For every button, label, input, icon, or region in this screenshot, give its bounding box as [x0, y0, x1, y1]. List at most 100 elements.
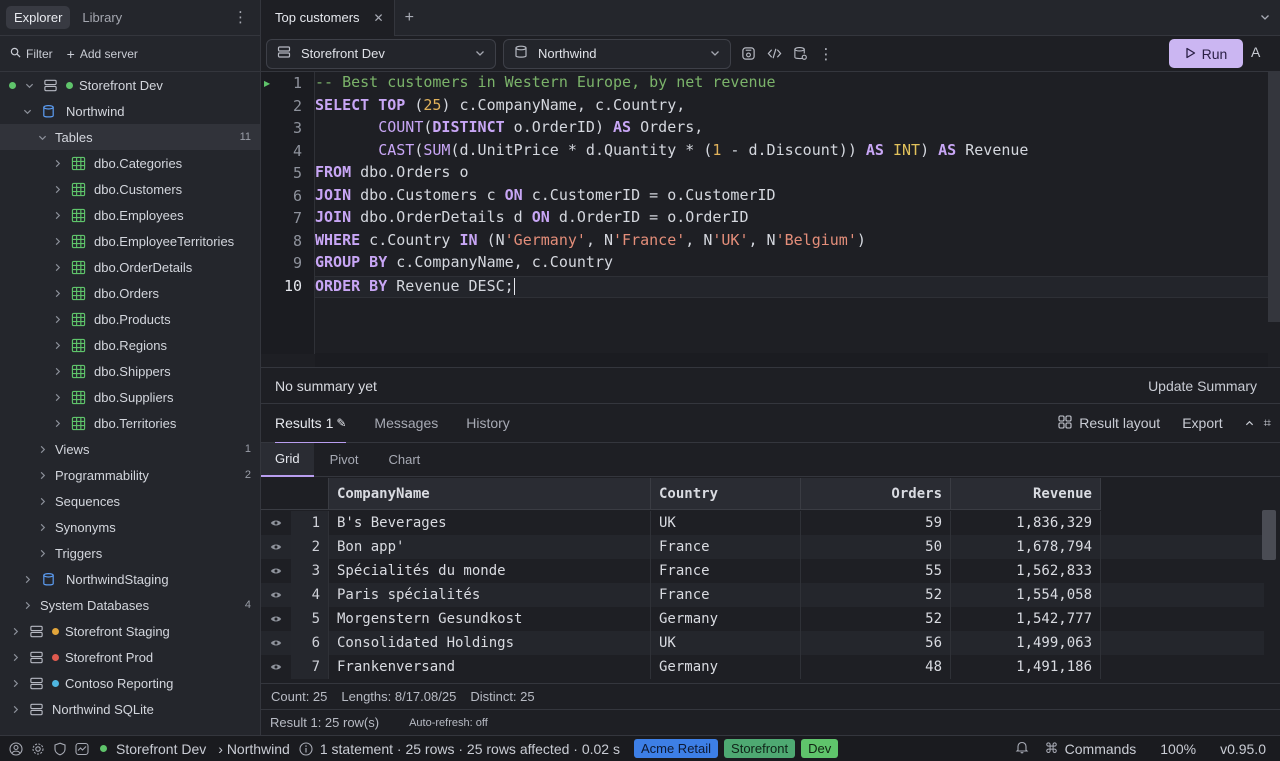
cell-country[interactable]: UK	[651, 511, 801, 535]
close-icon[interactable]: ✕	[374, 11, 384, 25]
tab-messages[interactable]: Messages	[374, 404, 438, 443]
tree-item[interactable]: Northwind	[0, 98, 260, 124]
tree-item[interactable]: dbo.Products	[0, 306, 260, 332]
gear-icon[interactable]	[30, 741, 46, 757]
cell-orders[interactable]: 59	[801, 511, 951, 535]
tree-item[interactable]: Tables 11	[0, 124, 260, 150]
chevron-right-icon[interactable]	[52, 236, 62, 246]
column-header-country[interactable]: Country	[651, 478, 801, 510]
database-select[interactable]: Northwind	[503, 38, 731, 69]
cell-orders[interactable]: 55	[801, 559, 951, 583]
code-line[interactable]: COUNT(DISTINCT o.OrderID) AS Orders,	[315, 118, 1268, 140]
cell-revenue[interactable]: 1,678,794	[951, 535, 1101, 559]
tree-item[interactable]: Synonyms	[0, 514, 260, 540]
tree-item[interactable]: dbo.Suppliers	[0, 384, 260, 410]
chevron-right-icon[interactable]	[52, 366, 62, 376]
chevron-right-icon[interactable]	[37, 470, 47, 480]
workspace-tag[interactable]: Storefront	[724, 739, 796, 758]
tab-history[interactable]: History	[466, 404, 510, 443]
chevron-right-icon[interactable]	[52, 288, 62, 298]
cell-country[interactable]: France	[651, 535, 801, 559]
cell-revenue[interactable]: 1,542,777	[951, 607, 1101, 631]
tree-item[interactable]: dbo.Categories	[0, 150, 260, 176]
cell-companyname[interactable]: B's Beverages	[329, 511, 651, 535]
chevron-right-icon[interactable]	[10, 704, 20, 714]
chevron-right-icon[interactable]	[52, 262, 62, 272]
cell-orders[interactable]: 50	[801, 535, 951, 559]
cell-revenue[interactable]: 1,836,329	[951, 511, 1101, 535]
table-row[interactable]: 3 Spécialités du monde France 55 1,562,833	[261, 559, 1264, 583]
column-header-orders[interactable]: Orders	[801, 478, 951, 510]
tab-grid[interactable]: Grid	[261, 442, 314, 477]
code-line[interactable]: WHERE c.Country IN (N'Germany', N'France…	[315, 231, 1268, 253]
cell-companyname[interactable]: Frankenversand	[329, 655, 651, 679]
chevron-right-icon[interactable]	[37, 522, 47, 532]
chevron-right-icon[interactable]	[10, 678, 20, 688]
cell-companyname[interactable]: Consolidated Holdings	[329, 631, 651, 655]
tree-item[interactable]: Storefront Staging	[0, 618, 260, 644]
code-line[interactable]: CAST(SUM(d.UnitPrice * d.Quantity * (1 -…	[315, 141, 1268, 163]
more-vertical-icon[interactable]: ⋮	[229, 8, 252, 27]
tree-item[interactable]: Views 1	[0, 436, 260, 462]
row-index[interactable]: 2	[291, 535, 329, 559]
code-line[interactable]: FROM dbo.Orders o	[315, 163, 1268, 185]
tree-item[interactable]: Northwind SQLite	[0, 696, 260, 722]
chevron-right-icon[interactable]	[52, 340, 62, 350]
run-marker-icon[interactable]: ▶	[264, 79, 270, 88]
status-database[interactable]: › Northwind	[218, 741, 290, 757]
code-icon[interactable]	[761, 41, 787, 67]
chevron-down-icon[interactable]	[22, 106, 32, 116]
zoom-level[interactable]: 100%	[1160, 741, 1196, 757]
row-visibility-icon[interactable]	[261, 535, 291, 559]
tree-item[interactable]: dbo.Customers	[0, 176, 260, 202]
new-tab-plus-icon[interactable]: +	[405, 9, 414, 27]
cell-revenue[interactable]: 1,562,833	[951, 559, 1101, 583]
workspace-tag[interactable]: Dev	[801, 739, 839, 758]
tree-item[interactable]: dbo.Orders	[0, 280, 260, 306]
code-line[interactable]: JOIN dbo.OrderDetails d ON d.OrderID = o…	[315, 208, 1268, 230]
row-visibility-icon[interactable]	[261, 511, 291, 535]
sql-editor[interactable]: ▶ 1 2 3 4 5 6 7 8 9 10 -- Best customers in Weste…	[261, 72, 1280, 368]
row-index[interactable]: 5	[291, 607, 329, 631]
export-button[interactable]: Export	[1182, 415, 1222, 431]
grid-scrollbar[interactable]	[1262, 510, 1276, 681]
cell-orders[interactable]: 52	[801, 583, 951, 607]
editor-horizontal-scrollbar[interactable]	[315, 353, 1268, 367]
bell-icon[interactable]	[1015, 740, 1029, 757]
cell-companyname[interactable]: Spécialités du monde	[329, 559, 651, 583]
cell-revenue[interactable]: 1,554,058	[951, 583, 1101, 607]
code-line[interactable]: -- Best customers in Western Europe, by …	[315, 73, 1268, 95]
tree-item[interactable]: dbo.Shippers	[0, 358, 260, 384]
column-header-revenue[interactable]: Revenue	[951, 478, 1101, 510]
tree-item[interactable]: Triggers	[0, 540, 260, 566]
chevron-right-icon[interactable]	[52, 210, 62, 220]
row-visibility-icon[interactable]	[261, 631, 291, 655]
tab-explorer[interactable]: Explorer	[6, 6, 71, 29]
chevron-right-icon[interactable]	[52, 418, 62, 428]
chevron-right-icon[interactable]	[52, 392, 62, 402]
cell-country[interactable]: France	[651, 559, 801, 583]
edit-pencil-icon[interactable]: ✎	[336, 416, 346, 430]
chevron-right-icon[interactable]	[37, 444, 47, 454]
cell-revenue[interactable]: 1,491,186	[951, 655, 1101, 679]
shield-icon[interactable]	[52, 741, 68, 757]
assistant-button[interactable]: A	[1251, 44, 1260, 60]
add-server-button[interactable]: + Add server	[67, 47, 138, 61]
chevron-right-icon[interactable]	[37, 548, 47, 558]
tree-item[interactable]: Sequences	[0, 488, 260, 514]
cell-country[interactable]: UK	[651, 631, 801, 655]
chevron-down-icon[interactable]	[1260, 10, 1270, 25]
tree-item[interactable]: dbo.Employees	[0, 202, 260, 228]
chevron-right-icon[interactable]	[10, 626, 20, 636]
update-summary-button[interactable]: Update Summary	[1148, 378, 1257, 394]
run-button[interactable]: Run	[1169, 39, 1243, 68]
row-visibility-icon[interactable]	[261, 655, 291, 679]
result-layout-button[interactable]: Result layout	[1058, 414, 1160, 432]
chevron-right-icon[interactable]	[22, 574, 32, 584]
row-index[interactable]: 4	[291, 583, 329, 607]
status-connection[interactable]: Storefront Dev	[116, 741, 206, 757]
table-row[interactable]: 2 Bon app' France 50 1,678,794	[261, 535, 1264, 559]
more-vertical-icon[interactable]: ⋮	[813, 41, 839, 67]
table-row[interactable]: 5 Morgenstern Gesundkost Germany 52 1,542,77…	[261, 607, 1264, 631]
cell-orders[interactable]: 56	[801, 631, 951, 655]
